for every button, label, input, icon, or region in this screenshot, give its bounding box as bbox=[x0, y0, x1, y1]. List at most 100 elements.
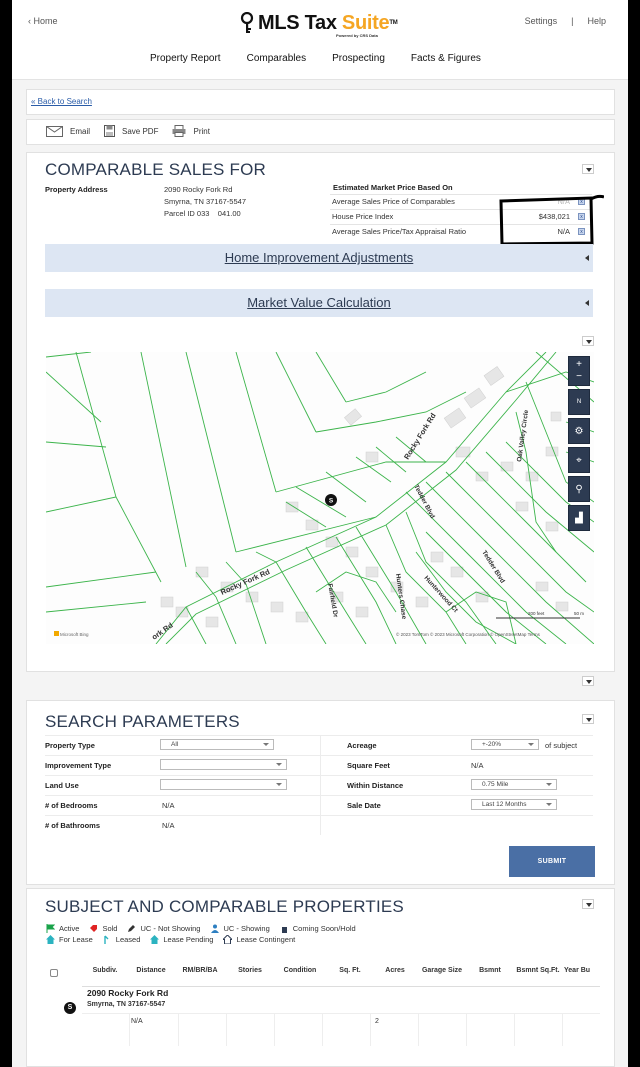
divider bbox=[320, 735, 321, 835]
column-header[interactable]: Year Bu bbox=[564, 966, 600, 975]
subject-property-marker: S bbox=[64, 1002, 76, 1014]
divider bbox=[82, 986, 600, 987]
improvement-type-select[interactable] bbox=[160, 759, 287, 770]
zoom-in-button[interactable]: + bbox=[576, 359, 582, 371]
search-row: Property Type All Acreage +-20% of subje… bbox=[45, 735, 593, 755]
property-address-label: Property Address bbox=[45, 185, 108, 194]
home-label: Home bbox=[33, 16, 58, 26]
print-label: Print bbox=[193, 126, 210, 136]
column-header[interactable]: Acres bbox=[378, 966, 412, 975]
home-link[interactable]: ‹ Home bbox=[28, 16, 58, 26]
locate-button[interactable]: ⌖ bbox=[568, 447, 590, 473]
house-pending-icon bbox=[150, 935, 160, 944]
market-price-header: Estimated Market Price Based On bbox=[333, 183, 453, 192]
row-address-line2: Smyrna, TN 37167-5547 bbox=[87, 1001, 166, 1008]
legend-lease-pending: Lease Pending bbox=[150, 935, 213, 944]
property-type-select[interactable]: All bbox=[160, 739, 274, 750]
email-action[interactable]: Email bbox=[46, 125, 91, 137]
search-collapse-button[interactable] bbox=[582, 714, 594, 724]
main-nav: Property Report Comparables Prospecting … bbox=[150, 53, 481, 64]
house-icon bbox=[46, 935, 55, 944]
subject-marker-label: S bbox=[329, 498, 334, 505]
map-controls: + − N ⚙ ⌖ ⚲ ▟ bbox=[568, 356, 590, 531]
settings-link[interactable]: Settings bbox=[525, 16, 558, 26]
caret-left-icon bbox=[585, 255, 589, 261]
nav-property-report[interactable]: Property Report bbox=[150, 53, 221, 64]
flag-icon bbox=[46, 924, 55, 933]
row-subdiv: N/A bbox=[131, 1018, 143, 1025]
save-pdf-label: Save PDF bbox=[122, 126, 159, 136]
zoom-out-button[interactable]: − bbox=[576, 371, 582, 383]
search-row: Land Use Within Distance 0.75 Mile bbox=[45, 775, 593, 795]
address-line2: Smyrna, TN 37167-5547 bbox=[164, 197, 246, 206]
land-use-select[interactable] bbox=[160, 779, 287, 790]
compass-button[interactable]: N bbox=[568, 389, 590, 415]
floppy-disk-icon bbox=[104, 125, 116, 137]
column-header[interactable]: RM/BR/BA bbox=[178, 966, 222, 975]
search-title: SEARCH PARAMETERS bbox=[45, 712, 240, 731]
market-value-label: Market Value Calculation bbox=[247, 295, 391, 310]
map-bottom-collapse-button[interactable] bbox=[582, 676, 594, 686]
bedrooms-value: N/A bbox=[162, 801, 175, 810]
scale-meters: 50 m bbox=[574, 611, 584, 616]
nav-facts-figures[interactable]: Facts & Figures bbox=[411, 53, 481, 64]
subject-title: SUBJECT AND COMPARABLE PROPERTIES bbox=[45, 897, 404, 916]
legend-lease-contingent: Lease Contingent bbox=[223, 935, 295, 944]
parcel-id: Parcel ID 033 041.00 bbox=[164, 209, 241, 218]
top-bar: ‹ Home MLS Tax SuiteTM Powered by CRS Da… bbox=[12, 0, 628, 80]
person-icon bbox=[211, 924, 220, 933]
logo[interactable]: MLS Tax SuiteTM Powered by CRS Data bbox=[240, 12, 398, 38]
column-header[interactable]: Bsmnt Sq.Ft. bbox=[516, 966, 560, 975]
column-header[interactable]: Bsmnt bbox=[472, 966, 508, 975]
home-improvement-band[interactable]: Home Improvement Adjustments bbox=[45, 244, 593, 272]
sale-date-select[interactable]: Last 12 Months bbox=[471, 799, 557, 810]
parcel-map: Rocky Fork Rd Rocky Fork Rd ork Rd Fairf… bbox=[46, 352, 594, 644]
gear-icon: ⚙ bbox=[574, 425, 584, 437]
comparable-collapse-button[interactable] bbox=[582, 164, 594, 174]
back-to-search-link[interactable]: « Back to Search bbox=[31, 97, 92, 106]
back-card bbox=[26, 89, 615, 115]
action-bar: Email Save PDF Print bbox=[46, 125, 224, 137]
submit-button[interactable]: SUBMIT bbox=[509, 846, 595, 877]
column-header[interactable]: Stories bbox=[230, 966, 270, 975]
legend-for-lease: For Lease bbox=[46, 935, 93, 944]
logo-subtitle: Powered by CRS Data bbox=[336, 33, 378, 38]
legend-uc-showing: UC - Showing bbox=[210, 924, 270, 933]
nav-comparables[interactable]: Comparables bbox=[247, 53, 306, 64]
caret-left-icon bbox=[585, 300, 589, 306]
zoom-control: + − bbox=[568, 356, 590, 386]
print-action[interactable]: Print bbox=[172, 125, 210, 137]
map-attribution: © 2023 TomTom © 2023 Microsoft Corporati… bbox=[396, 631, 541, 637]
table-row bbox=[82, 1013, 600, 1046]
map-settings-button[interactable]: ⚙ bbox=[568, 418, 590, 444]
column-header[interactable]: Distance bbox=[132, 966, 170, 975]
scale-feet: 200 feet bbox=[528, 611, 545, 616]
column-header[interactable]: Sq. Ft. bbox=[330, 966, 370, 975]
separator: | bbox=[571, 16, 574, 26]
nav-prospecting[interactable]: Prospecting bbox=[332, 53, 385, 64]
subject-collapse-button[interactable] bbox=[582, 899, 594, 909]
measure-button[interactable]: ▟ bbox=[568, 505, 590, 531]
map-view[interactable]: Rocky Fork Rd Rocky Fork Rd ork Rd Fairf… bbox=[46, 352, 594, 644]
select-all-checkbox[interactable] bbox=[50, 969, 58, 977]
save-pdf-action[interactable]: Save PDF bbox=[104, 125, 158, 137]
email-label: Email bbox=[70, 126, 91, 136]
crosshair-icon: ⌖ bbox=[576, 454, 582, 466]
column-header[interactable]: Condition bbox=[278, 966, 322, 975]
market-value-band[interactable]: Market Value Calculation bbox=[45, 289, 593, 317]
printer-icon bbox=[172, 125, 186, 137]
map-search-button[interactable]: ⚲ bbox=[568, 476, 590, 502]
map-collapse-button[interactable] bbox=[582, 336, 594, 346]
house-contingent-icon bbox=[223, 935, 233, 944]
row-acres: 2 bbox=[375, 1018, 379, 1025]
help-link[interactable]: Help bbox=[587, 16, 606, 26]
legend-sold: Sold bbox=[89, 924, 117, 933]
column-header[interactable]: Subdiv. bbox=[90, 966, 120, 975]
column-header[interactable]: Garage Size bbox=[420, 966, 464, 975]
row-address-line1[interactable]: 2090 Rocky Fork Rd bbox=[87, 988, 168, 998]
envelope-icon bbox=[46, 125, 63, 137]
legend-uc-not-showing: UC - Not Showing bbox=[127, 924, 200, 933]
key-pin-icon bbox=[240, 12, 254, 33]
acreage-select[interactable]: +-20% bbox=[471, 739, 539, 750]
distance-select[interactable]: 0.75 Mile bbox=[471, 779, 557, 790]
